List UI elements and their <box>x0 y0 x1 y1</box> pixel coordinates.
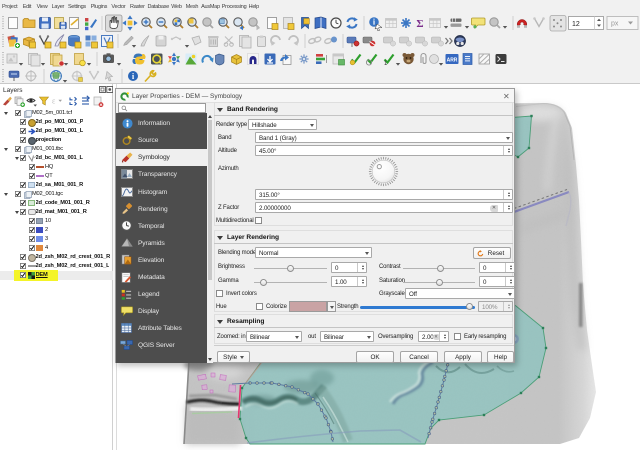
svg-text:Σ: Σ <box>416 18 423 30</box>
svg-text:px: px <box>611 21 619 28</box>
svg-text:ARR: ARR <box>447 58 458 64</box>
svg-text:12: 12 <box>572 21 580 28</box>
